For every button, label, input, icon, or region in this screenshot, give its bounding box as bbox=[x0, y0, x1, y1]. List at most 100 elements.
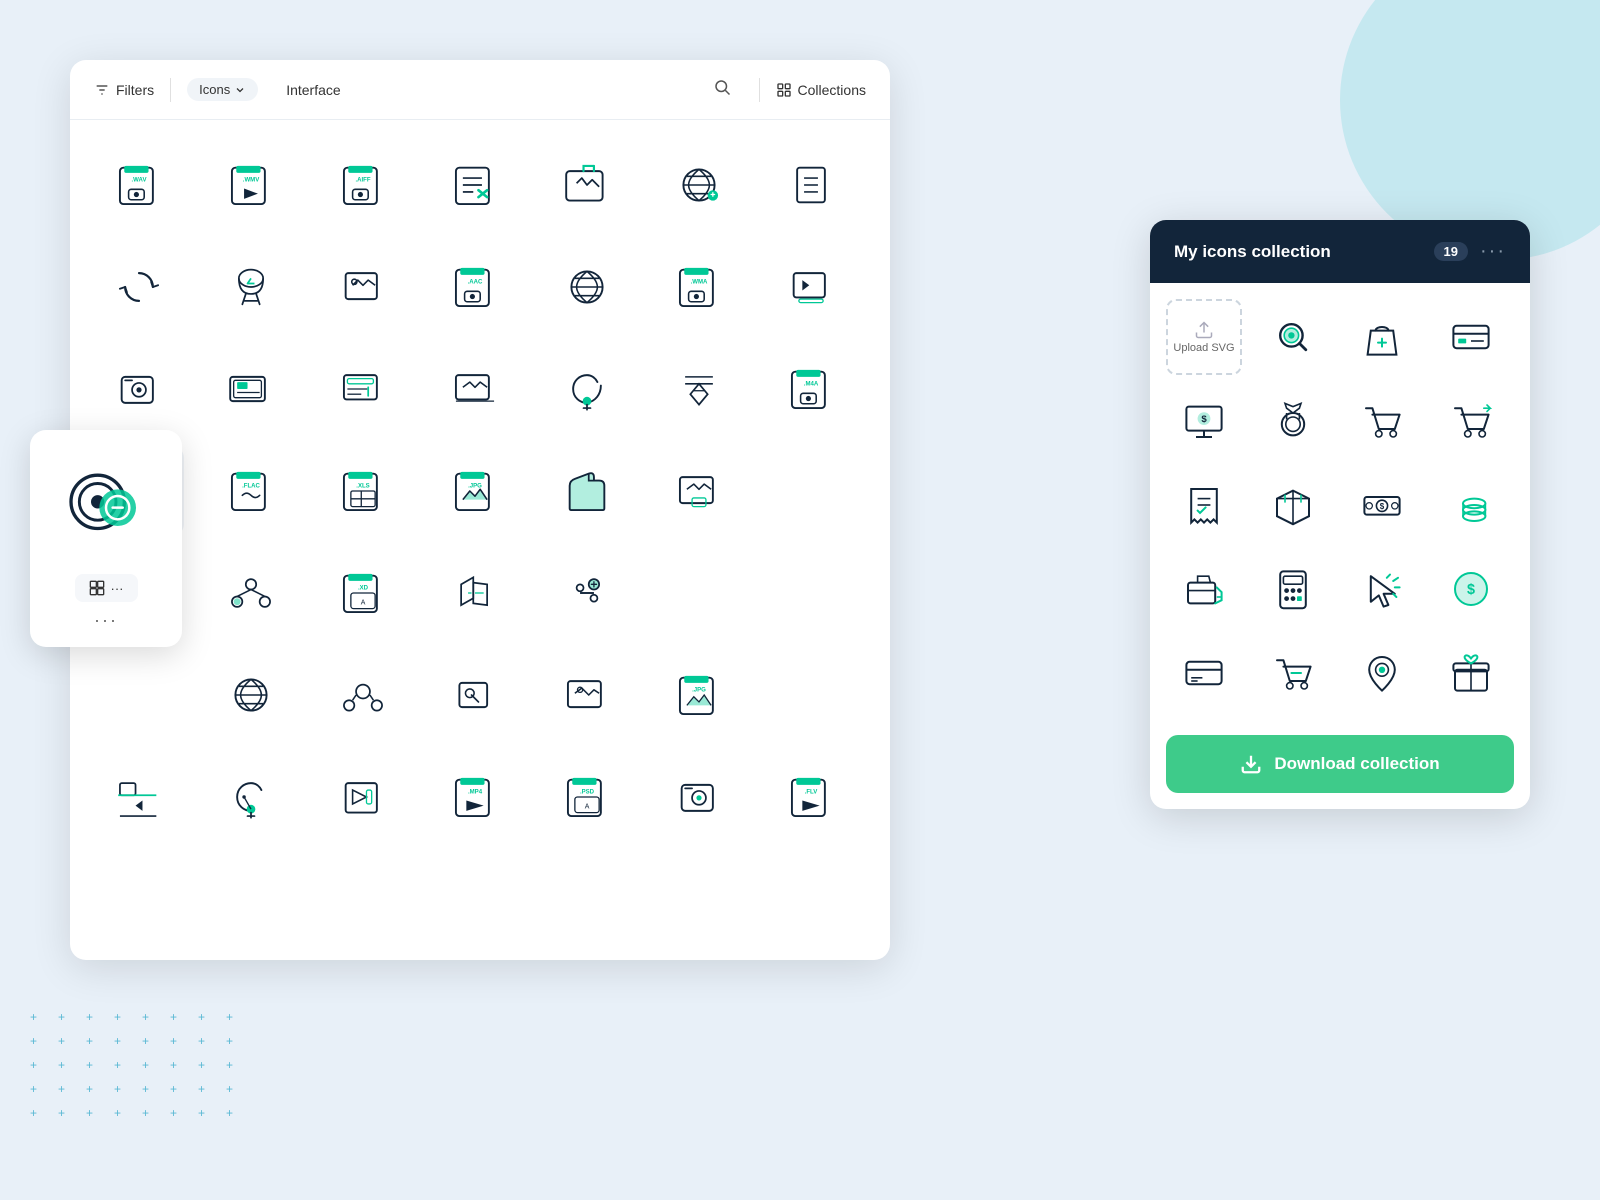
search-text: Interface bbox=[286, 82, 340, 98]
svg-text:.WMV: .WMV bbox=[243, 178, 259, 184]
collection-icons-grid: Upload SVG bbox=[1150, 283, 1530, 727]
list-item[interactable] bbox=[94, 752, 184, 842]
list-item[interactable]: .XD A bbox=[318, 548, 408, 638]
upload-svg-button[interactable]: Upload SVG bbox=[1166, 299, 1242, 375]
svg-text:.XLS: .XLS bbox=[356, 484, 369, 490]
list-item[interactable] bbox=[430, 548, 520, 638]
svg-text:.WAV: .WAV bbox=[131, 178, 146, 184]
list-item[interactable] bbox=[1255, 551, 1331, 627]
svg-text:A: A bbox=[361, 599, 366, 606]
list-item[interactable]: .FLV bbox=[766, 752, 856, 842]
list-item[interactable] bbox=[542, 242, 632, 332]
list-item[interactable] bbox=[1344, 635, 1420, 711]
collection-title: My icons collection bbox=[1174, 242, 1422, 262]
list-item[interactable] bbox=[1433, 383, 1509, 459]
search-area[interactable]: Interface bbox=[274, 78, 742, 101]
list-item[interactable] bbox=[766, 140, 856, 230]
list-item[interactable] bbox=[430, 344, 520, 434]
list-item[interactable] bbox=[94, 344, 184, 434]
list-item[interactable]: .FLAC bbox=[206, 446, 296, 536]
svg-text:.M4A: .M4A bbox=[804, 382, 819, 388]
filters-label: Filters bbox=[116, 82, 154, 98]
upload-icon bbox=[1194, 320, 1214, 340]
list-item[interactable]: .M4A bbox=[766, 344, 856, 434]
collection-header: My icons collection 19 ··· bbox=[1150, 220, 1530, 283]
svg-text:.MP4: .MP4 bbox=[468, 790, 483, 796]
list-item[interactable] bbox=[430, 650, 520, 740]
list-item[interactable]: $ bbox=[1433, 551, 1509, 627]
list-item[interactable]: .AIFF bbox=[318, 140, 408, 230]
svg-text:A: A bbox=[585, 803, 590, 810]
list-item[interactable] bbox=[654, 752, 744, 842]
list-item[interactable] bbox=[1433, 299, 1509, 375]
list-item[interactable] bbox=[654, 140, 744, 230]
list-item[interactable] bbox=[1255, 383, 1331, 459]
list-item[interactable] bbox=[1166, 635, 1242, 711]
list-item[interactable]: .PSD A bbox=[542, 752, 632, 842]
icons-grid: .WAV .WMV .AIFF bbox=[70, 120, 890, 960]
list-item[interactable] bbox=[1433, 467, 1509, 543]
list-item[interactable]: $ bbox=[1344, 467, 1420, 543]
svg-text:$: $ bbox=[1201, 414, 1207, 425]
toolbar-divider-2 bbox=[759, 78, 760, 102]
list-item[interactable] bbox=[318, 344, 408, 434]
icon-tooltip: ··· ··· bbox=[30, 430, 182, 647]
list-item[interactable] bbox=[206, 344, 296, 434]
svg-text:.PSD: .PSD bbox=[580, 790, 595, 796]
list-item[interactable]: .WMV bbox=[206, 140, 296, 230]
list-item[interactable] bbox=[318, 752, 408, 842]
collections-label: Collections bbox=[798, 82, 866, 98]
list-item[interactable]: .MP4 bbox=[430, 752, 520, 842]
list-item[interactable]: .AAC bbox=[430, 242, 520, 332]
svg-text:.FLAC: .FLAC bbox=[242, 484, 260, 490]
collection-more-button[interactable]: ··· bbox=[1480, 240, 1506, 263]
list-item[interactable] bbox=[318, 650, 408, 740]
collections-button[interactable]: Collections bbox=[776, 82, 866, 98]
icons-dropdown[interactable]: Icons bbox=[187, 78, 258, 101]
svg-text:.XD: .XD bbox=[358, 586, 369, 592]
list-item[interactable] bbox=[542, 446, 632, 536]
list-item[interactable] bbox=[206, 242, 296, 332]
list-item[interactable] bbox=[1344, 299, 1420, 375]
svg-text:.WMA: .WMA bbox=[691, 280, 708, 286]
list-item[interactable]: .JPG bbox=[654, 650, 744, 740]
list-item[interactable] bbox=[206, 752, 296, 842]
list-item[interactable] bbox=[1344, 383, 1420, 459]
list-item[interactable]: .WAV bbox=[94, 140, 184, 230]
list-item[interactable] bbox=[542, 344, 632, 434]
list-item[interactable] bbox=[766, 242, 856, 332]
list-item[interactable] bbox=[654, 344, 744, 434]
list-item[interactable]: $ bbox=[1166, 383, 1242, 459]
add-icon bbox=[89, 580, 105, 596]
list-item[interactable] bbox=[1433, 635, 1509, 711]
add-to-collection-button[interactable]: ··· bbox=[75, 574, 138, 602]
list-item[interactable] bbox=[654, 446, 744, 536]
list-item[interactable] bbox=[1344, 551, 1420, 627]
upload-label: Upload SVG bbox=[1173, 342, 1234, 354]
list-item[interactable] bbox=[1255, 299, 1331, 375]
tooltip-icon-preview bbox=[46, 446, 166, 566]
list-item[interactable] bbox=[206, 548, 296, 638]
chevron-down-icon bbox=[234, 84, 246, 96]
filters-button[interactable]: Filters bbox=[94, 82, 154, 98]
icons-label: Icons bbox=[199, 82, 230, 97]
list-item[interactable] bbox=[1255, 467, 1331, 543]
list-item[interactable] bbox=[206, 650, 296, 740]
list-item[interactable] bbox=[542, 548, 632, 638]
list-item[interactable] bbox=[542, 140, 632, 230]
list-item[interactable] bbox=[430, 140, 520, 230]
list-item[interactable]: .XLS bbox=[318, 446, 408, 536]
list-item[interactable] bbox=[94, 242, 184, 332]
list-item[interactable] bbox=[542, 650, 632, 740]
list-item[interactable] bbox=[1166, 551, 1242, 627]
filters-icon bbox=[94, 82, 110, 98]
list-item[interactable] bbox=[1255, 635, 1331, 711]
list-item[interactable] bbox=[1166, 467, 1242, 543]
list-item[interactable]: .WMA bbox=[654, 242, 744, 332]
more-options-button[interactable]: ··· bbox=[94, 610, 118, 631]
search-icon[interactable] bbox=[713, 78, 731, 101]
collection-panel: My icons collection 19 ··· Upload SVG bbox=[1150, 220, 1530, 809]
download-collection-button[interactable]: Download collection bbox=[1166, 735, 1514, 793]
list-item[interactable] bbox=[318, 242, 408, 332]
list-item[interactable]: .JPG bbox=[430, 446, 520, 536]
